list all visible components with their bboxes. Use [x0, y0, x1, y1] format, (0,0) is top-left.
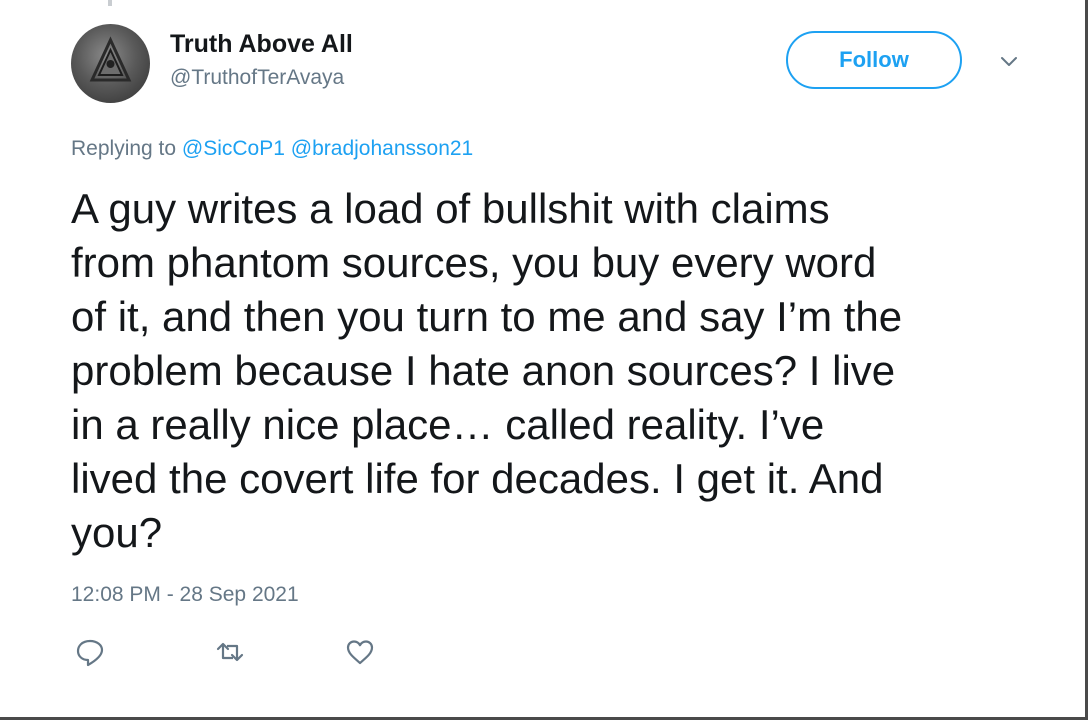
chevron-down-icon	[1001, 57, 1017, 66]
author-handle[interactable]: @TruthofTerAvaya	[170, 66, 344, 90]
pyramid-icon	[89, 36, 132, 82]
author-display-name[interactable]: Truth Above All	[170, 30, 353, 59]
like-button[interactable]	[343, 636, 377, 668]
tweet-text-line: of it, and then you turn to me and say I…	[71, 293, 903, 340]
top-edge-divider	[108, 0, 112, 6]
reply-context: Replying to @SicCoP1 @bradjohansson21	[71, 137, 473, 161]
tweet-text-line: lived the covert life for decades. I get…	[71, 455, 884, 502]
tweet-timestamp[interactable]: 12:08 PM - 28 Sep 2021	[71, 583, 299, 607]
tweet-text-line: in a really nice place… called reality. …	[71, 401, 825, 448]
tweet-text-line: you?	[71, 509, 163, 556]
heart-icon	[346, 640, 374, 665]
retweet-button[interactable]	[213, 636, 247, 668]
avatar[interactable]	[71, 24, 150, 103]
mention-link[interactable]: @SicCoP1	[182, 137, 285, 160]
reply-button[interactable]	[73, 636, 107, 668]
more-options-button[interactable]	[994, 49, 1024, 75]
reply-icon	[76, 639, 104, 667]
retweet-icon	[216, 642, 244, 662]
tweet-text-line: from phantom sources, you buy every word	[71, 239, 877, 286]
reply-context-label: Replying to	[71, 137, 177, 160]
follow-button[interactable]: Follow	[786, 31, 962, 89]
tweet-card: Truth Above All @TruthofTerAvaya Follow …	[0, 0, 1088, 720]
tweet-text: A guy writes a load of bullshit with cla…	[71, 182, 1031, 560]
tweet-text-line: problem because I hate anon sources? I l…	[71, 347, 896, 394]
tweet-text-line: A guy writes a load of bullshit with cla…	[71, 185, 830, 232]
mention-link[interactable]: @bradjohansson21	[291, 137, 473, 160]
